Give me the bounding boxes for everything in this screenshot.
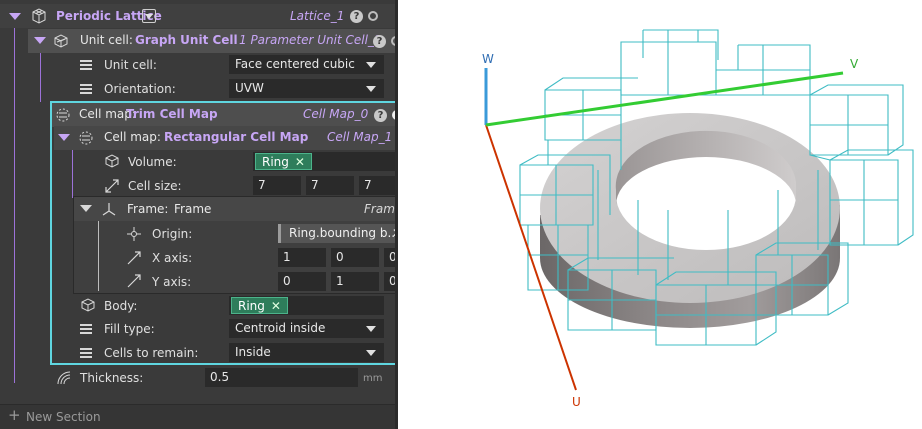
- thickness-icon: [57, 371, 71, 385]
- viewport-scene[interactable]: [398, 0, 922, 429]
- help-icon[interactable]: ?: [373, 35, 386, 48]
- rect-cell-map-header[interactable]: Cell map: Rectangular Cell Map Cell Map_…: [54, 126, 395, 150]
- plus-icon: +: [8, 406, 21, 424]
- visibility-toggle[interactable]: [368, 11, 378, 21]
- help-icon[interactable]: ?: [350, 10, 363, 23]
- new-section-label: New Section: [26, 410, 101, 424]
- u-axis-label: U: [572, 395, 581, 409]
- fill-type-value: Centroid inside: [235, 321, 326, 335]
- list-icon: [80, 348, 92, 358]
- frame-type[interactable]: Frame: [174, 202, 211, 216]
- origin-input[interactable]: Ring.bounding b...✕: [278, 224, 395, 243]
- axis-icon: [127, 274, 141, 288]
- chevron-down-icon: [145, 14, 153, 19]
- chevron-down-icon: [366, 326, 376, 332]
- cells-remain-value: Inside: [235, 345, 271, 359]
- unit-cell-select-value: Face centered cubic: [235, 57, 355, 71]
- orientation-select-value: UVW: [235, 81, 264, 95]
- y-axis-z-input[interactable]: 0: [384, 272, 395, 291]
- y-axis-label: Y axis:: [152, 275, 192, 289]
- frame-axes-icon: [102, 203, 116, 216]
- frame-instance: Frame_0: [364, 202, 395, 216]
- list-icon: [80, 324, 92, 334]
- unit-cell-icon: [54, 34, 68, 48]
- body-label: Body:: [104, 299, 138, 313]
- fill-type-select[interactable]: Centroid inside: [229, 319, 384, 338]
- list-icon: [80, 60, 92, 70]
- orientation-select[interactable]: UVW: [229, 79, 384, 98]
- origin-icon: [127, 227, 141, 241]
- origin-label: Origin:: [152, 227, 193, 241]
- y-axis-x-input[interactable]: 0: [278, 272, 326, 291]
- rect-cell-map-instance: Cell Map_1: [327, 130, 393, 144]
- unit-cell-label: Unit cell:: [80, 33, 133, 47]
- x-axis-label: X axis:: [152, 251, 193, 265]
- thickness-label: Thickness:: [80, 371, 144, 385]
- lattice-icon: [32, 8, 46, 24]
- trim-cell-map-header[interactable]: Cell map: Trim Cell Map Cell Map_0 ?: [52, 103, 395, 127]
- unit-cell-instance: 1 Parameter Unit Cell_1: [239, 33, 382, 47]
- thickness-input[interactable]: 0.5: [205, 368, 358, 387]
- remove-icon[interactable]: ✕: [271, 299, 281, 313]
- rect-cell-map-type[interactable]: Rectangular Cell Map: [164, 130, 308, 144]
- thickness-unit: mm: [363, 373, 383, 384]
- collapse-frame-icon[interactable]: [80, 205, 92, 212]
- cell-map-icon: [79, 131, 93, 145]
- root-instance: Lattice_1: [290, 9, 345, 23]
- cells-remain-label: Cells to remain:: [104, 346, 199, 360]
- unit-cell-header[interactable]: Unit cell: Graph Unit Cell 1 Parameter U…: [28, 29, 395, 53]
- list-icon: [80, 84, 92, 94]
- fill-type-label: Fill type:: [104, 322, 155, 336]
- rect-cell-map-label: Cell map:: [104, 130, 161, 144]
- w-axis-label: W: [482, 52, 494, 66]
- collapse-rect-cell-map-icon[interactable]: [58, 134, 70, 141]
- remove-icon[interactable]: ✕: [295, 155, 305, 169]
- tree-guide: [72, 150, 73, 198]
- volume-chip-label: Ring: [262, 155, 289, 169]
- x-axis-x-input[interactable]: 1: [278, 248, 326, 267]
- volume-chip[interactable]: Ring ✕: [255, 153, 312, 170]
- tree-guide: [40, 53, 41, 102]
- cell-size-z-input[interactable]: 7: [359, 176, 395, 195]
- origin-value: Ring.bounding b...: [289, 226, 395, 240]
- help-icon[interactable]: ?: [374, 109, 387, 122]
- cell-map-instance: Cell Map_0: [303, 107, 369, 121]
- y-axis-y-input[interactable]: 1: [331, 272, 379, 291]
- collapse-root-icon[interactable]: [9, 13, 21, 20]
- cell-map-type[interactable]: Trim Cell Map: [126, 107, 218, 121]
- new-section-button[interactable]: + New Section: [0, 404, 395, 429]
- v-axis-label: V: [850, 57, 859, 71]
- unit-cell-type[interactable]: Graph Unit Cell: [135, 33, 238, 47]
- body-icon: [81, 298, 95, 312]
- tree-guide: [98, 221, 99, 291]
- x-axis-z-input[interactable]: 0: [384, 248, 395, 267]
- tree-guide: [14, 28, 15, 383]
- root-header[interactable]: Periodic Lattice Lattice_1 ?: [0, 4, 395, 28]
- unit-cell-select[interactable]: Face centered cubic: [229, 55, 384, 74]
- chevron-down-icon: [366, 350, 376, 356]
- frame-header[interactable]: Frame: Frame Frame_0 ?: [74, 197, 395, 221]
- volume-label: Volume:: [128, 155, 177, 169]
- body-chip[interactable]: Ring ✕: [231, 297, 288, 314]
- chevron-down-icon: [366, 62, 376, 68]
- orientation-label: Orientation:: [104, 82, 176, 96]
- root-dropdown-button[interactable]: [142, 9, 156, 23]
- collapse-unit-cell-icon[interactable]: [34, 37, 46, 44]
- volume-icon: [105, 154, 119, 168]
- cell-map-icon: [56, 108, 70, 122]
- axis-icon: [127, 251, 141, 265]
- properties-panel: Periodic Lattice Lattice_1 ? Unit cell: …: [0, 0, 395, 429]
- frame-label: Frame:: [127, 202, 169, 216]
- cells-remain-select[interactable]: Inside: [229, 343, 384, 362]
- cell-size-y-input[interactable]: 7: [306, 176, 354, 195]
- frame-section: Frame: Frame Frame_0 ? Origin: Ring.boun…: [74, 197, 395, 293]
- body-chip-label: Ring: [238, 299, 265, 313]
- cell-size-label: Cell size:: [128, 179, 182, 193]
- unit-cell-prop-label: Unit cell:: [104, 58, 157, 72]
- cell-size-x-input[interactable]: 7: [253, 176, 301, 195]
- 3d-viewport[interactable]: W V U: [398, 0, 922, 429]
- chevron-down-icon: [366, 86, 376, 92]
- size-icon: [105, 179, 119, 193]
- x-axis-y-input[interactable]: 0: [331, 248, 379, 267]
